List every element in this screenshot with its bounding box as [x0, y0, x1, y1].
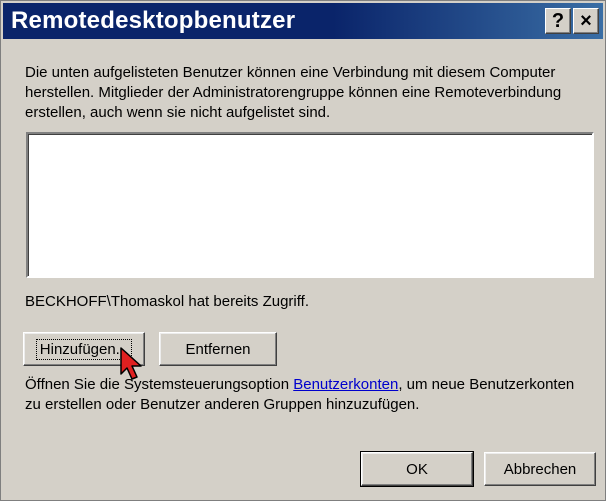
cancel-button[interactable]: Abbrechen [484, 452, 596, 486]
close-button[interactable]: × [573, 8, 599, 34]
users-listbox[interactable] [26, 132, 594, 278]
window-title: Remotedesktopbenutzer [11, 7, 296, 34]
user-accounts-link[interactable]: Benutzerkonten [293, 376, 398, 393]
access-status-text: BECKHOFF\Thomaskol hat bereits Zugriff. [25, 293, 309, 310]
remove-button-label: Entfernen [185, 340, 251, 358]
title-bar[interactable]: Remotedesktopbenutzer ? × [3, 3, 603, 39]
dialog-description: Die unten aufgelisteten Benutzer können … [25, 64, 562, 121]
remove-button[interactable]: Entfernen [159, 332, 277, 366]
help-button[interactable]: ? [545, 8, 571, 34]
ok-button-label: OK [406, 460, 428, 478]
close-icon: × [580, 9, 592, 32]
info-text-prefix: Öffnen Sie die Systemsteuerungsoption [25, 376, 294, 393]
help-icon: ? [551, 9, 565, 32]
ok-button[interactable]: OK [360, 451, 474, 487]
mouse-pointer-icon [120, 347, 142, 380]
add-button-label: Hinzufügen... [35, 338, 133, 360]
info-text: Öffnen Sie die Systemsteuerungsoption Be… [25, 375, 585, 415]
cancel-button-label: Abbrechen [503, 460, 577, 478]
remote-desktop-users-dialog: Remotedesktopbenutzer ? × Die unten aufg… [0, 0, 606, 501]
